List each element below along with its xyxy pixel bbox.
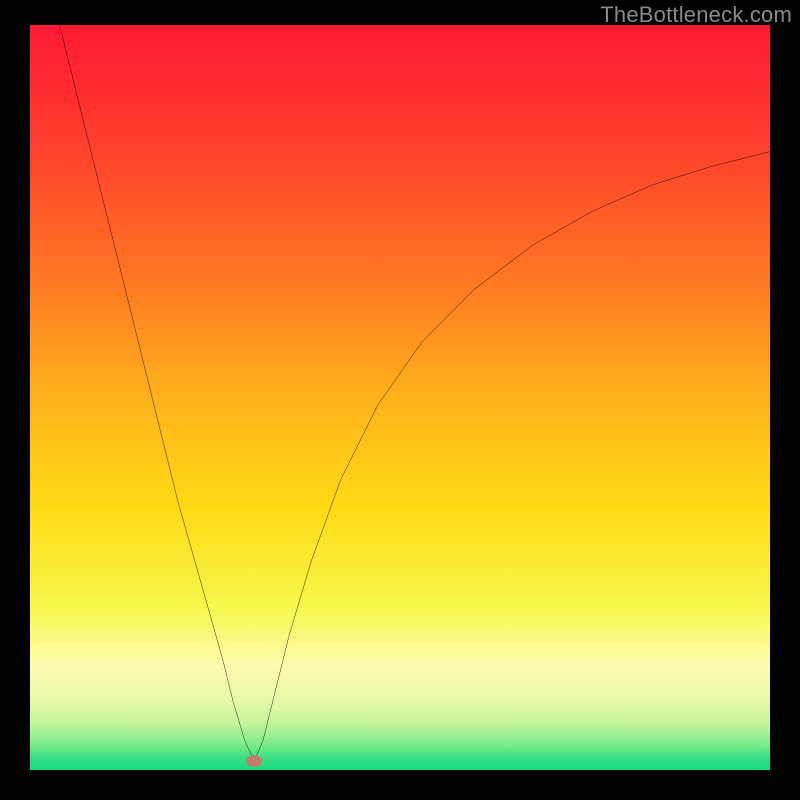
watermark-text: TheBottleneck.com [600,2,792,28]
plot-area [30,25,770,770]
chart-frame: TheBottleneck.com [0,0,800,800]
bottleneck-curve [30,25,770,770]
optimum-marker [246,755,262,767]
